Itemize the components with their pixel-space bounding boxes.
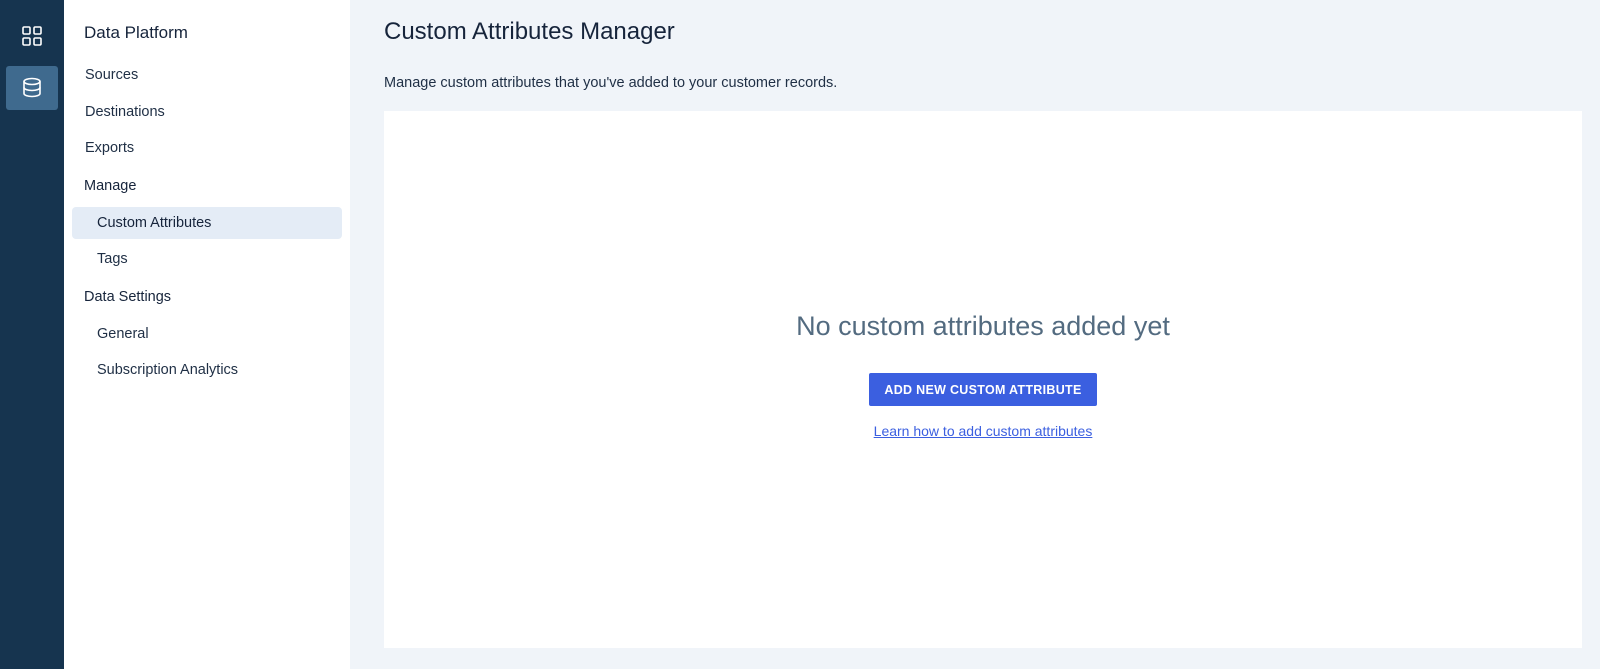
icon-rail xyxy=(0,0,64,669)
data-platform-button[interactable] xyxy=(6,66,58,110)
sidebar-item-sources[interactable]: Sources xyxy=(72,59,342,91)
secondary-sidebar: Data Platform Sources Destinations Expor… xyxy=(64,0,350,669)
database-icon xyxy=(23,77,41,98)
apps-grid-button[interactable] xyxy=(6,14,58,58)
sidebar-item-destinations[interactable]: Destinations xyxy=(72,96,342,128)
empty-state-panel: No custom attributes added yet ADD NEW C… xyxy=(384,111,1582,648)
sidebar-section-data-settings: Data Settings xyxy=(84,289,172,305)
page-title: Custom Attributes Manager xyxy=(384,18,675,45)
grid-icon xyxy=(22,26,42,46)
sidebar-item-exports[interactable]: Exports xyxy=(72,132,342,164)
sidebar-item-general[interactable]: General xyxy=(72,318,342,350)
app-shell: Data Platform Sources Destinations Expor… xyxy=(0,0,1600,669)
main-content: Custom Attributes Manager Manage custom … xyxy=(350,0,1600,669)
page-description: Manage custom attributes that you've add… xyxy=(384,75,838,91)
empty-state-heading: No custom attributes added yet xyxy=(796,311,1170,341)
learn-custom-attributes-link[interactable]: Learn how to add custom attributes xyxy=(874,423,1093,439)
sidebar-item-subscription-analytics[interactable]: Subscription Analytics xyxy=(72,354,342,386)
sidebar-title: Data Platform xyxy=(84,23,188,42)
sidebar-item-custom-attributes[interactable]: Custom Attributes xyxy=(72,206,342,239)
sidebar-section-manage: Manage xyxy=(84,178,137,194)
add-custom-attribute-button[interactable]: ADD NEW CUSTOM ATTRIBUTE xyxy=(869,373,1097,406)
sidebar-item-tags[interactable]: Tags xyxy=(72,243,342,275)
